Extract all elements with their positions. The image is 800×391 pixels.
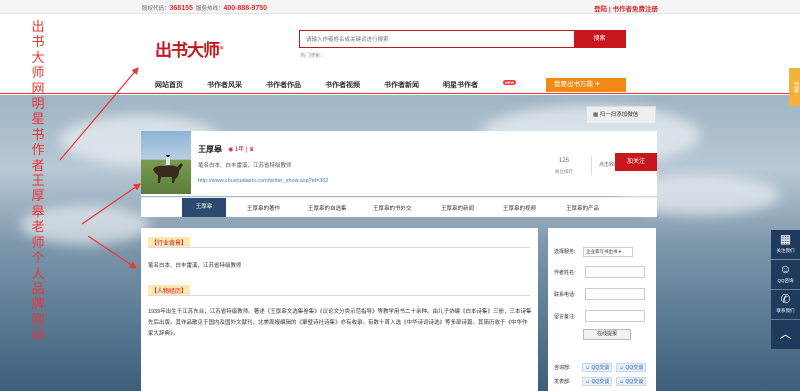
penguin-icon: ☺ <box>585 379 591 385</box>
follow-button[interactable]: 加关注 <box>615 153 657 171</box>
search-button[interactable]: 搜索 <box>574 31 625 47</box>
main-content: 【行业背景】 笔名白本、白丰雷溪，江苏省特级教师 【人物经历】 1939年出生于… <box>141 228 538 391</box>
tab-selected[interactable]: 王厚皋的自选集 <box>308 204 347 212</box>
service-select[interactable]: 企业家写书出书 ▾ <box>583 247 633 257</box>
top-bar: 股权代码：368155 服务热线：400-888-9750 登陆 | 书作者免费… <box>0 0 800 14</box>
qq-chat-button[interactable]: ☺ QQ交谈 <box>582 363 613 372</box>
site-logo[interactable]: 出书大师® <box>155 36 224 61</box>
phone-label: 联系电话: <box>554 292 576 298</box>
contact-button[interactable]: ✆ 联系我们 <box>771 290 800 319</box>
annotation-text: 出书大师网明星书作者王厚皋老师个人品牌网站 <box>31 20 45 344</box>
qq-chat-button[interactable]: ☺ QQ交谈 <box>582 377 613 386</box>
register-link[interactable]: 书作者免费注册 <box>613 6 659 13</box>
qq-label: QQ交谈 <box>625 365 644 371</box>
vip-icon: ◉ <box>228 147 234 153</box>
tab-videos[interactable]: 王厚皋的视频 <box>503 204 536 212</box>
back-to-top-button[interactable]: ︿ <box>771 320 800 349</box>
search-bar: 搜索 <box>299 30 626 48</box>
section-text-experience: 1939年出生于江苏东台，江苏省特级教师。著述《王厚皋文选集卷集》《议论文分类示… <box>148 309 532 337</box>
share-tab[interactable]: 分享 <box>789 68 800 106</box>
tab-home[interactable]: 王厚皋 <box>182 198 226 217</box>
fans-count: 125 <box>558 158 569 164</box>
name-field[interactable] <box>585 266 645 278</box>
service-select-value: 企业家写书出书 <box>586 249 618 254</box>
hotline-label: 服务热线： <box>195 6 224 12</box>
main-nav: 网站首页 书作者风采 书作者作品 书作者视频 书作者新闻 明星书作者 NEW <box>155 80 564 92</box>
consult-dept-label: 咨询部: <box>554 365 571 371</box>
qr-icon: ▦ <box>779 232 792 246</box>
search-input[interactable] <box>306 34 566 45</box>
qq-chat-button[interactable]: ☺ QQ交谈 <box>616 377 647 386</box>
scan-label: 扫一扫添加微信 <box>599 112 639 118</box>
author-description: 笔名白本、白丰雷溪，江苏省特级教师 <box>198 163 292 169</box>
section-text-background: 笔名白本、白丰雷溪，江苏省特级教师 <box>148 263 242 269</box>
section-divider <box>148 295 530 296</box>
qq-consult-button[interactable]: ☺ QQ咨询 <box>771 260 800 289</box>
publish-dept-label: 发表部: <box>554 379 571 385</box>
contact-label: 联系我们 <box>776 308 795 313</box>
tab-books[interactable]: 王厚皋的著作 <box>247 204 280 212</box>
phone-field[interactable] <box>585 288 645 300</box>
nav-home[interactable]: 网站首页 <box>155 80 183 92</box>
penguin-icon: ☺ <box>619 365 625 371</box>
penguin-icon: ☺ <box>779 262 792 276</box>
stock-label: 股权代码： <box>142 6 170 12</box>
crown-icon: ♛ <box>249 147 255 153</box>
tab-diplomacy[interactable]: 王厚皋的书外交 <box>373 204 412 212</box>
publish-cta-button[interactable]: 我要出书万鼎 ✈ <box>546 78 626 92</box>
note-label: 留言备注: <box>554 314 576 320</box>
fans-label: 粉丝排行 <box>555 169 573 174</box>
chevron-up-icon: ︿ <box>779 327 792 341</box>
note-field[interactable] <box>585 310 645 322</box>
author-url[interactable]: http://www.chushudashi.com/writer_show.a… <box>198 178 328 184</box>
tab-products[interactable]: 王厚皋的产品 <box>566 204 599 212</box>
nav-news[interactable]: 书作者新闻 <box>384 80 419 92</box>
new-badge: NEW <box>503 80 517 85</box>
qq-label: QQ交谈 <box>625 379 644 385</box>
consult-form: 选择服务: 企业家写书出书 ▾ 作者姓名: 联系电话: 留言备注: 在线提报 咨… <box>548 228 656 391</box>
qq-label: QQ交谈 <box>591 365 610 371</box>
section-divider <box>148 247 530 248</box>
nav-star-authors[interactable]: 明星书作者 NEW <box>443 80 540 92</box>
avatar <box>141 131 191 194</box>
hotline-info: 股权代码：368155 服务热线：400-888-9750 <box>142 4 267 12</box>
horse-rider-image <box>153 155 183 183</box>
qq-label: QQ交谈 <box>591 379 610 385</box>
qr-icon: ▦ <box>593 112 599 118</box>
cta-label: 我要出书万鼎 <box>554 81 593 88</box>
login-link[interactable]: 登陆 <box>594 6 607 13</box>
auth-links: 登陆 | 书作者免费注册 <box>594 6 659 13</box>
profile-tabs: 王厚皋 王厚皋的著作 王厚皋的自选集 王厚皋的书外交 王厚皋的新闻 王厚皋的视频… <box>141 197 657 217</box>
nav-star-label: 明星书作者 <box>443 82 478 89</box>
wechat-scan-button[interactable]: ▦ 扫一扫添加微信 <box>586 106 656 124</box>
penguin-icon: ☺ <box>619 379 625 385</box>
penguin-icon: ☺ <box>585 365 591 371</box>
logo-text: 出书大师 <box>155 41 220 61</box>
author-name: 王厚皋 <box>198 145 222 154</box>
author-badges: ◉ 1年 | ♛ <box>228 147 255 153</box>
name-label: 作者姓名: <box>554 270 576 276</box>
header: 出书大师® 搜索 热门搜索： 网站首页 书作者风采 书作者作品 书作者视频 书作… <box>0 14 800 94</box>
phone-icon: ✆ <box>780 292 791 306</box>
qq-chat-button[interactable]: ☺ QQ交谈 <box>616 363 647 372</box>
wechat-follow-button[interactable]: ▦ 关注我们 <box>771 230 800 259</box>
nav-works[interactable]: 书作者作品 <box>266 80 301 92</box>
plane-icon: ✈ <box>594 81 601 88</box>
divider <box>591 155 592 175</box>
stock-code: 368155 <box>169 5 193 12</box>
nav-videos[interactable]: 书作者视频 <box>325 80 360 92</box>
qq-consult-label: QQ咨询 <box>777 278 794 283</box>
service-label: 选择服务: <box>554 249 576 255</box>
member-years: 1年 <box>234 147 245 153</box>
wechat-label: 关注我们 <box>776 248 795 253</box>
profile-card: 王厚皋 ◉ 1年 | ♛ 笔名白本、白丰雷溪，江苏省特级教师 http://ww… <box>141 131 657 196</box>
tab-news[interactable]: 王厚皋的新闻 <box>441 204 474 212</box>
submit-button[interactable]: 在线提报 <box>583 329 631 340</box>
hotline-number: 400-888-9750 <box>223 5 268 12</box>
hot-search-label: 热门搜索： <box>300 53 326 59</box>
nav-authors[interactable]: 书作者风采 <box>207 80 242 92</box>
